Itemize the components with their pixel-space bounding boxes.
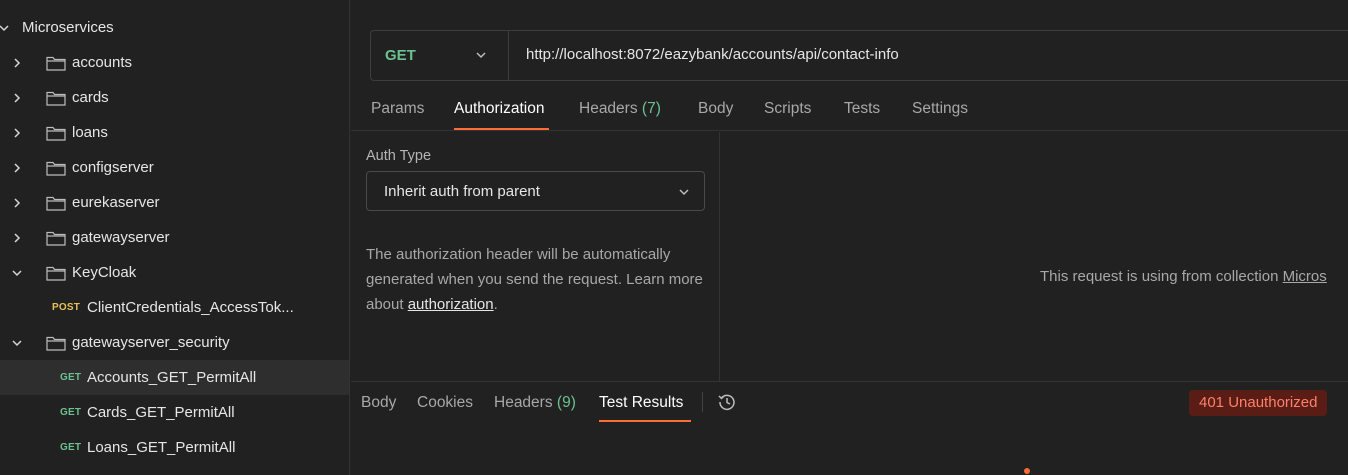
folder-loans[interactable]: loans	[0, 115, 349, 150]
auth-inherit-text: This request is using from collection	[1040, 268, 1283, 285]
folder-icon	[46, 230, 66, 246]
tab-params[interactable]: Params	[371, 100, 424, 118]
request-item-loans-get[interactable]: GET Loans_GET_PermitAll	[0, 430, 349, 465]
divider	[702, 392, 703, 412]
response-tabs: Body Cookies Headers (9) Test Results 40…	[351, 381, 1348, 422]
folder-icon	[46, 195, 66, 211]
folder-label: eurekaserver	[72, 194, 160, 211]
folder-accounts[interactable]: accounts	[0, 45, 349, 80]
request-item-cards-get[interactable]: GET Cards_GET_PermitAll	[0, 395, 349, 430]
request-label: ClientCredentials_AccessTok...	[87, 299, 294, 316]
request-tabs: Params Authorization Headers (7) Body Sc…	[351, 88, 1348, 131]
request-label: Loans_GET_PermitAll	[87, 439, 236, 456]
chevron-down-icon[interactable]	[10, 336, 24, 350]
tab-response-headers-label: Headers	[494, 394, 553, 411]
chevron-down-icon	[679, 189, 689, 196]
request-label: Accounts_GET_PermitAll	[87, 369, 257, 386]
folder-label: configserver	[72, 159, 154, 176]
folder-icon	[46, 335, 66, 351]
tab-settings[interactable]: Settings	[912, 100, 968, 118]
auth-description: The authorization header will be automat…	[366, 242, 706, 317]
method-badge: GET	[60, 372, 82, 383]
folder-configserver[interactable]: configserver	[0, 150, 349, 185]
folder-label: gatewayserver	[72, 229, 170, 246]
tab-body[interactable]: Body	[698, 100, 733, 118]
tab-authorization[interactable]: Authorization	[454, 100, 544, 118]
folder-gatewayserver[interactable]: gatewayserver	[0, 220, 349, 255]
active-tab-indicator	[454, 128, 549, 130]
folder-cards[interactable]: cards	[0, 80, 349, 115]
authorization-link[interactable]: authorization	[408, 296, 494, 313]
chevron-down-icon	[476, 52, 486, 59]
method-badge: GET	[60, 407, 82, 418]
loading-dot	[1024, 468, 1030, 474]
chevron-right-icon[interactable]	[10, 231, 24, 245]
tab-response-headers[interactable]: Headers (9)	[494, 394, 576, 412]
folder-keycloak[interactable]: KeyCloak	[0, 255, 349, 290]
request-label: Cards_GET_PermitAll	[87, 404, 235, 421]
folder-icon	[46, 90, 66, 106]
method-value: GET	[385, 47, 416, 64]
url-bar: GET http://localhost:8072/eazybank/accou…	[370, 30, 1348, 81]
tab-response-body[interactable]: Body	[361, 394, 396, 412]
tab-headers[interactable]: Headers (7)	[579, 100, 661, 118]
folder-label: accounts	[72, 54, 133, 71]
chevron-right-icon[interactable]	[10, 196, 24, 210]
folder-label: loans	[72, 124, 108, 141]
chevron-right-icon[interactable]	[10, 126, 24, 140]
folder-icon	[46, 55, 66, 71]
request-item-accounts-get[interactable]: GET Accounts_GET_PermitAll	[0, 360, 349, 395]
method-badge: POST	[52, 302, 81, 313]
chevron-down-icon[interactable]	[0, 21, 11, 35]
folder-icon	[46, 265, 66, 281]
collection-root[interactable]: Microservices	[0, 10, 349, 45]
auth-type-value: Inherit auth from parent	[384, 183, 540, 200]
auth-inherit-info: This request is using from collection Mi…	[1040, 268, 1327, 285]
folder-label: gatewayserver_security	[72, 334, 230, 351]
folder-icon	[46, 160, 66, 176]
auth-description-suffix: .	[493, 296, 498, 313]
chevron-right-icon[interactable]	[10, 161, 24, 175]
folder-label: KeyCloak	[72, 264, 137, 281]
collection-link[interactable]: Micros	[1283, 268, 1327, 285]
sidebar: Microservices accounts cards loans confi…	[0, 0, 350, 475]
tab-cookies[interactable]: Cookies	[417, 394, 473, 412]
auth-type-select[interactable]: Inherit auth from parent	[366, 171, 705, 211]
folder-gatewayserver-security[interactable]: gatewayserver_security	[0, 325, 349, 360]
collection-name: Microservices	[22, 19, 114, 36]
tab-response-headers-count: (9)	[556, 394, 576, 411]
tab-tests[interactable]: Tests	[844, 100, 880, 118]
chevron-right-icon[interactable]	[10, 91, 24, 105]
method-select[interactable]: GET	[371, 31, 509, 80]
folder-icon	[46, 125, 66, 141]
tab-headers-label: Headers	[579, 100, 638, 117]
history-icon[interactable]	[717, 392, 737, 412]
active-response-tab-indicator	[599, 420, 691, 422]
tab-headers-count: (7)	[641, 100, 661, 117]
auth-type-label: Auth Type	[366, 148, 432, 164]
url-input[interactable]: http://localhost:8072/eazybank/accounts/…	[526, 46, 899, 63]
method-badge: GET	[60, 442, 82, 453]
auth-panel: Auth Type Inherit auth from parent The a…	[351, 132, 720, 381]
folder-label: cards	[72, 89, 109, 106]
status-badge: 401 Unauthorized	[1189, 390, 1328, 416]
chevron-down-icon[interactable]	[10, 266, 24, 280]
request-panel: GET http://localhost:8072/eazybank/accou…	[351, 0, 1348, 475]
chevron-right-icon[interactable]	[10, 56, 24, 70]
tab-scripts[interactable]: Scripts	[764, 100, 811, 118]
request-item-clientcredentials[interactable]: POST ClientCredentials_AccessTok...	[0, 290, 349, 325]
tab-test-results[interactable]: Test Results	[599, 394, 683, 412]
folder-eurekaserver[interactable]: eurekaserver	[0, 185, 349, 220]
